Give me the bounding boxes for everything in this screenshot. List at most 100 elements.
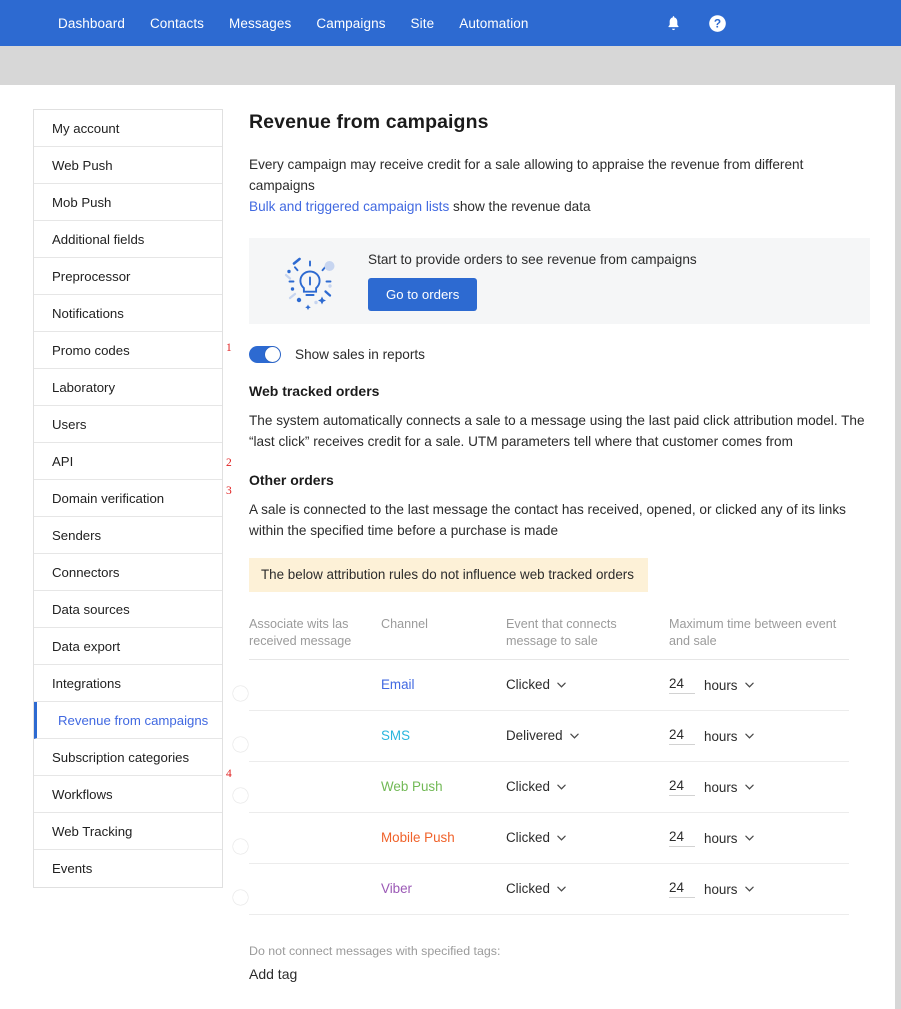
sidebar-item-laboratory[interactable]: Laboratory [34, 369, 222, 406]
nav-icon-group: ? [663, 13, 727, 33]
event-dropdown-viber[interactable]: Clicked [506, 881, 566, 896]
chevron-down-icon [744, 886, 754, 892]
time-unit-dropdown-viber[interactable]: hours [704, 882, 754, 897]
sidebar-item-preprocessor[interactable]: Preprocessor [34, 258, 222, 295]
sidebar-item-label: Data export [52, 638, 121, 654]
time-unit-value-web-push: hours [704, 779, 738, 795]
sidebar-item-mob-push[interactable]: Mob Push [34, 184, 222, 221]
sidebar-item-events[interactable]: Events [34, 850, 222, 887]
nav-link-dashboard[interactable]: Dashboard [58, 16, 125, 31]
annotation-marker-1: 1 [226, 342, 232, 354]
annotation-marker-4: 4 [226, 768, 232, 780]
sidebar-item-integrations[interactable]: Integrations [34, 665, 222, 702]
event-dropdown-web-push[interactable]: Clicked [506, 779, 566, 794]
time-unit-dropdown-sms[interactable]: hours [704, 729, 754, 744]
sidebar-item-additional-fields[interactable]: Additional fields [34, 221, 222, 258]
annotation-marker-2: 2 [226, 457, 232, 469]
nav-link-messages[interactable]: Messages [229, 16, 291, 31]
max-time-input-mobile-push[interactable] [669, 829, 695, 847]
sidebar-item-label: Domain verification [52, 490, 165, 506]
sidebar-item-promo-codes[interactable]: Promo codes [34, 332, 222, 369]
max-time-input-email[interactable] [669, 676, 695, 694]
help-icon[interactable]: ? [707, 13, 727, 33]
sidebar-item-workflows[interactable]: Workflows [34, 776, 222, 813]
time-unit-dropdown-mobile-push[interactable]: hours [704, 831, 754, 846]
sidebar-item-label: Subscription categories [52, 749, 190, 765]
other-orders-heading: Other orders [249, 472, 334, 488]
sidebar-item-label: Events [52, 861, 93, 876]
channel-label-mobile-push[interactable]: Mobile Push [381, 830, 455, 845]
event-value-sms: Delivered [506, 728, 563, 743]
sidebar-item-data-sources[interactable]: Data sources [34, 591, 222, 628]
column-header-max-time: Maximum time between event and sale [669, 617, 837, 648]
go-to-orders-button[interactable]: Go to orders [368, 277, 478, 311]
chevron-down-icon [557, 682, 566, 688]
bell-icon[interactable] [663, 13, 683, 33]
web-tracked-orders-heading: Web tracked orders [249, 383, 380, 399]
time-unit-value-viber: hours [704, 881, 738, 897]
table-row: Viber Clicked hours [249, 864, 849, 915]
sidebar-item-label: Revenue from campaigns [58, 712, 209, 728]
row-event-cell: Delivered [506, 727, 669, 745]
time-unit-value-email: hours [704, 677, 738, 693]
nav-link-automation[interactable]: Automation [459, 16, 528, 31]
sidebar-item-web-push[interactable]: Web Push [34, 147, 222, 184]
bulk-triggered-campaign-lists-link[interactable]: Bulk and triggered campaign lists [249, 199, 449, 214]
max-time-input-viber[interactable] [669, 880, 695, 898]
max-time-input-web-push[interactable] [669, 778, 695, 796]
sidebar-item-notifications[interactable]: Notifications [34, 295, 222, 332]
time-unit-dropdown-email[interactable]: hours [704, 678, 754, 693]
nav-link-site[interactable]: Site [411, 16, 435, 31]
orders-info-body: Start to provide orders to see revenue f… [368, 252, 697, 311]
channel-label-web-push[interactable]: Web Push [381, 779, 443, 794]
sidebar-item-revenue-from-campaigns[interactable]: Revenue from campaigns [34, 702, 222, 739]
sidebar-item-subscription-categories[interactable]: Subscription categories [34, 739, 222, 776]
row-channel-cell: Web Push [381, 778, 506, 796]
row-time-cell: hours [669, 880, 849, 898]
annotation-marker-3: 3 [226, 485, 232, 497]
row-channel-cell: Email [381, 676, 506, 694]
row-channel-cell: SMS [381, 727, 506, 745]
event-dropdown-sms[interactable]: Delivered [506, 728, 579, 743]
channel-label-sms[interactable]: SMS [381, 728, 410, 743]
sidebar-item-connectors[interactable]: Connectors [34, 554, 222, 591]
event-dropdown-mobile-push[interactable]: Clicked [506, 830, 566, 845]
show-sales-in-reports-label: Show sales in reports [295, 347, 425, 362]
nav-links: Dashboard Contacts Messages Campaigns Si… [58, 16, 529, 31]
sidebar-item-users[interactable]: Users [34, 406, 222, 443]
page-gray-band [0, 46, 901, 85]
sidebar-item-my-account[interactable]: My account [34, 110, 222, 147]
page-title: Revenue from campaigns [249, 111, 489, 133]
sidebar-item-data-export[interactable]: Data export [34, 628, 222, 665]
time-unit-dropdown-web-push[interactable]: hours [704, 780, 754, 795]
sidebar-item-label: Mob Push [52, 194, 112, 210]
chevron-down-icon [557, 886, 566, 892]
row-time-cell: hours [669, 676, 849, 694]
sidebar-item-label: Promo codes [52, 342, 130, 358]
nav-link-campaigns[interactable]: Campaigns [316, 16, 385, 31]
main-content: 1 2 3 4 Revenue from campaigns Every cam… [226, 109, 879, 982]
channel-label-email[interactable]: Email [381, 677, 414, 692]
time-unit-value-mobile-push: hours [704, 830, 738, 846]
event-value-viber: Clicked [506, 881, 550, 896]
sidebar-item-web-tracking[interactable]: Web Tracking [34, 813, 222, 850]
event-value-email: Clicked [506, 677, 550, 692]
sidebar-item-label: API [52, 453, 74, 469]
sidebar-item-label: Workflows [52, 786, 113, 802]
tags-section: Do not connect messages with specified t… [249, 944, 879, 982]
intro-link-line: Bulk and triggered campaign lists show t… [249, 196, 879, 217]
row-channel-cell: Mobile Push [381, 829, 506, 847]
channel-label-viber[interactable]: Viber [381, 881, 412, 896]
table-row: SMS Delivered hours [249, 711, 849, 762]
sidebar-item-domain-verification[interactable]: Domain verification [34, 480, 222, 517]
max-time-input-sms[interactable] [669, 727, 695, 745]
intro-paragraph: Every campaign may receive credit for a … [249, 157, 804, 193]
sidebar-item-senders[interactable]: Senders [34, 517, 222, 554]
add-tag-button[interactable]: Add tag [249, 966, 879, 982]
sidebar-item-api[interactable]: API [34, 443, 222, 480]
nav-link-contacts[interactable]: Contacts [150, 16, 204, 31]
sidebar-item-label: Integrations [52, 675, 121, 691]
show-sales-in-reports-toggle[interactable] [249, 346, 281, 363]
event-dropdown-email[interactable]: Clicked [506, 677, 566, 692]
event-value-web-push: Clicked [506, 779, 550, 794]
